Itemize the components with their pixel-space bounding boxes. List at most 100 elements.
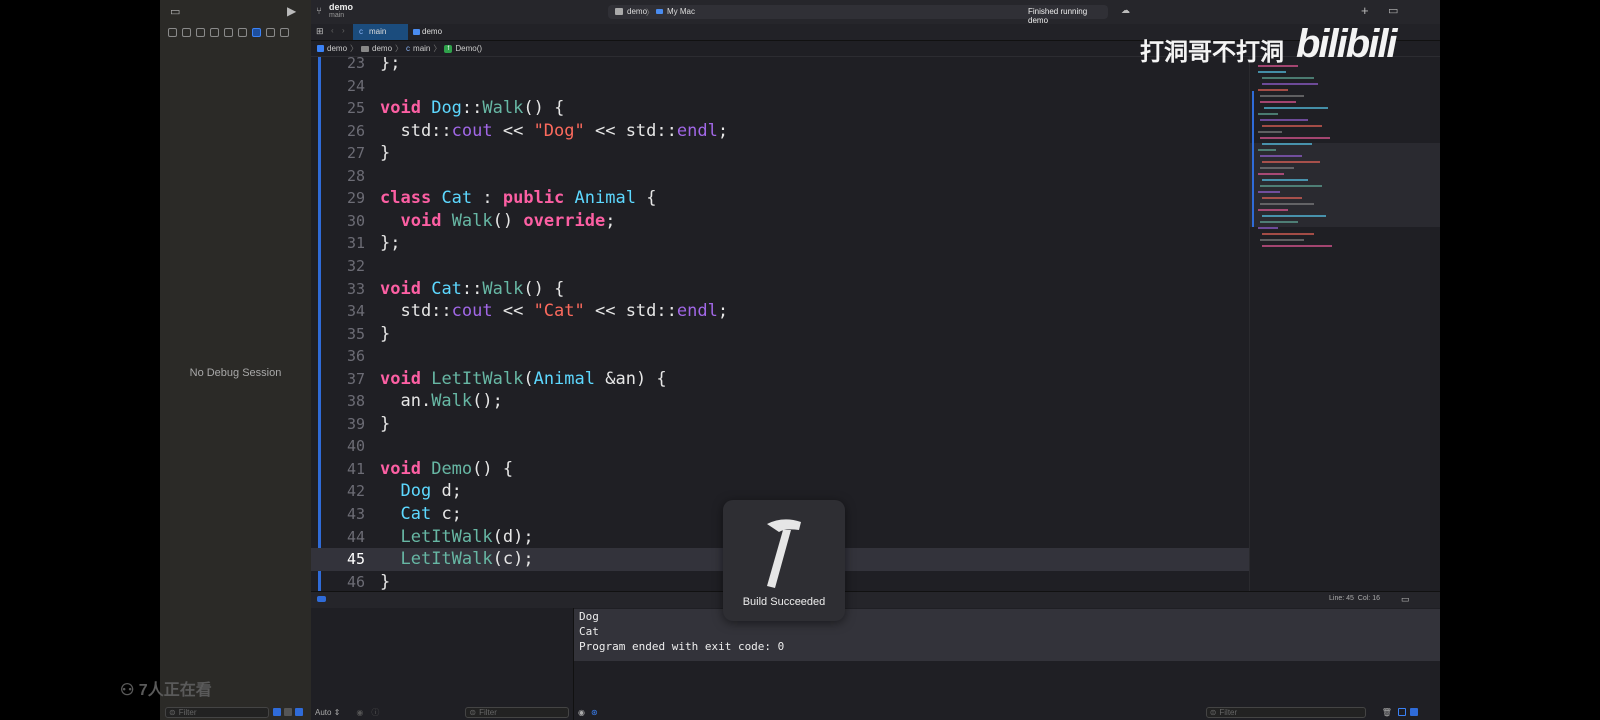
panel-toggle-icon[interactable]: ▭	[1401, 594, 1410, 605]
line-number[interactable]: 41	[327, 458, 365, 481]
find-icon[interactable]	[210, 27, 219, 37]
code-line[interactable]: 26 std::cout << "Dog" << std::endl;	[311, 120, 1249, 143]
code-text: void Dog::Walk() {	[380, 98, 565, 119]
line-number[interactable]: 34	[327, 300, 365, 323]
line-number[interactable]: 35	[327, 323, 365, 346]
line-number[interactable]: 25	[327, 97, 365, 120]
code-line[interactable]: 41 void Demo() {	[311, 458, 1249, 481]
scheme-selector[interactable]: demo 〉 My Mac Finished running demo	[608, 5, 1108, 25]
test-icon[interactable]	[238, 27, 247, 37]
add-icon[interactable]: +	[1361, 3, 1369, 18]
minimap-code-stroke	[1260, 221, 1298, 223]
filter-option-icon[interactable]	[273, 708, 281, 716]
line-number[interactable]: 24	[327, 75, 365, 98]
minimap-code-stroke	[1258, 149, 1276, 151]
code-line[interactable]: 33 void Cat::Walk() {	[311, 278, 1249, 301]
minimap[interactable]	[1249, 57, 1440, 591]
code-line[interactable]: 25 void Dog::Walk() {	[311, 97, 1249, 120]
forward-icon[interactable]: ›	[342, 26, 345, 35]
line-number[interactable]: 42	[327, 480, 365, 503]
debug-area-toggle-icon[interactable]	[317, 596, 326, 602]
grid-icon[interactable]: ⊞	[316, 26, 324, 37]
code-line[interactable]: 24	[311, 75, 1249, 98]
line-number[interactable]: 38	[327, 390, 365, 413]
code-text: LetItWalk(d);	[400, 526, 534, 547]
code-line[interactable]: 27}	[311, 142, 1249, 165]
code-line[interactable]: 34 std::cout << "Cat" << std::endl;	[311, 300, 1249, 323]
debug-navigator-icon[interactable]	[252, 27, 261, 37]
line-number[interactable]: 37	[327, 368, 365, 391]
bilibili-logo: bilibili	[1296, 22, 1398, 66]
variables-filter-field[interactable]: ⊜ Filter	[465, 706, 570, 718]
bookmark-icon[interactable]	[196, 27, 205, 37]
scope-selector[interactable]: Auto ⇕	[315, 708, 340, 717]
code-text: Dog d;	[400, 481, 462, 502]
back-icon[interactable]: ‹	[331, 26, 334, 35]
line-number[interactable]: 29	[327, 187, 365, 210]
minimap-code-stroke	[1262, 245, 1332, 247]
breadcrumb-project[interactable]: demo	[317, 44, 347, 53]
console-output[interactable]: Dog Cat Program ended with exit code: 0	[574, 609, 1440, 661]
breadcrumb-function[interactable]: f Demo()	[444, 44, 482, 53]
code-line[interactable]: 30 void Walk() override;	[311, 210, 1249, 233]
tab-label: main	[369, 27, 387, 36]
code-line[interactable]: 37 void LetItWalk(Animal &an) {	[311, 368, 1249, 391]
line-number[interactable]: 40	[327, 435, 365, 458]
split-left-icon[interactable]	[1397, 708, 1406, 716]
code-line[interactable]: 36	[311, 345, 1249, 368]
code-line[interactable]: 31};	[311, 232, 1249, 255]
code-line[interactable]: 38 an.Walk();	[311, 390, 1249, 413]
tab-main[interactable]: c main	[353, 24, 408, 40]
sidebar-toggle-icon[interactable]: ▭	[170, 5, 180, 18]
line-number[interactable]: 39	[327, 413, 365, 436]
code-line[interactable]: 32	[311, 255, 1249, 278]
line-number[interactable]: 43	[327, 503, 365, 526]
info-icon[interactable]: ⓘ	[371, 707, 379, 718]
output-filter-icon[interactable]: ⊛	[591, 708, 598, 717]
code-text: }	[380, 143, 391, 164]
report-icon[interactable]	[280, 27, 289, 37]
code-line[interactable]: 40	[311, 435, 1249, 458]
code-line[interactable]: 39}	[311, 413, 1249, 436]
project-navigator-icon[interactable]	[168, 27, 177, 37]
line-number[interactable]: 23	[327, 57, 365, 75]
project-name[interactable]: demo	[329, 2, 353, 12]
breadcrumb-folder[interactable]: demo	[361, 44, 392, 53]
code-text: void Demo() {	[380, 458, 514, 479]
eye-icon[interactable]: ◉	[578, 708, 585, 717]
code-line[interactable]: 35}	[311, 323, 1249, 346]
issue-icon[interactable]	[224, 27, 233, 37]
line-number[interactable]: 33	[327, 278, 365, 301]
navigator-filter-field[interactable]: ⊜ Filter	[165, 706, 269, 718]
breakpoint-icon[interactable]	[266, 27, 275, 37]
line-number[interactable]: 46	[327, 571, 365, 591]
code-line[interactable]: 23};	[311, 57, 1249, 75]
breadcrumb-file[interactable]: c main	[406, 44, 430, 53]
code-line[interactable]: 28	[311, 165, 1249, 188]
run-button[interactable]: ▶	[287, 4, 296, 18]
filter-option-icon[interactable]	[284, 708, 292, 716]
inspector-toggle-icon[interactable]: ▭	[1388, 4, 1398, 17]
navigator-selector-bar	[160, 24, 311, 40]
line-number[interactable]: 44	[327, 526, 365, 549]
console[interactable]: Dog Cat Program ended with exit code: 0 …	[574, 608, 1440, 720]
trash-icon[interactable]: 🗑	[1382, 708, 1392, 717]
tab-demo[interactable]: demo	[406, 24, 462, 40]
split-right-icon[interactable]	[1409, 708, 1418, 716]
line-number[interactable]: 28	[327, 165, 365, 188]
line-number[interactable]: 45	[327, 548, 365, 571]
eye-icon[interactable]: ◉	[356, 708, 363, 717]
watermark-text: 打洞哥不打洞	[1140, 39, 1284, 66]
filter-option-icon[interactable]	[295, 708, 303, 716]
source-control-icon[interactable]	[182, 27, 191, 37]
line-number[interactable]: 31	[327, 232, 365, 255]
line-number[interactable]: 26	[327, 120, 365, 143]
line-number[interactable]: 32	[327, 255, 365, 278]
code-line[interactable]: 29 class Cat : public Animal {	[311, 187, 1249, 210]
console-filter-field[interactable]: ⊜ Filter	[1205, 706, 1366, 718]
scheme-name[interactable]: demo	[627, 7, 647, 16]
line-number[interactable]: 30	[327, 210, 365, 233]
line-number[interactable]: 27	[327, 142, 365, 165]
destination-name[interactable]: My Mac	[667, 7, 695, 16]
line-number[interactable]: 36	[327, 345, 365, 368]
